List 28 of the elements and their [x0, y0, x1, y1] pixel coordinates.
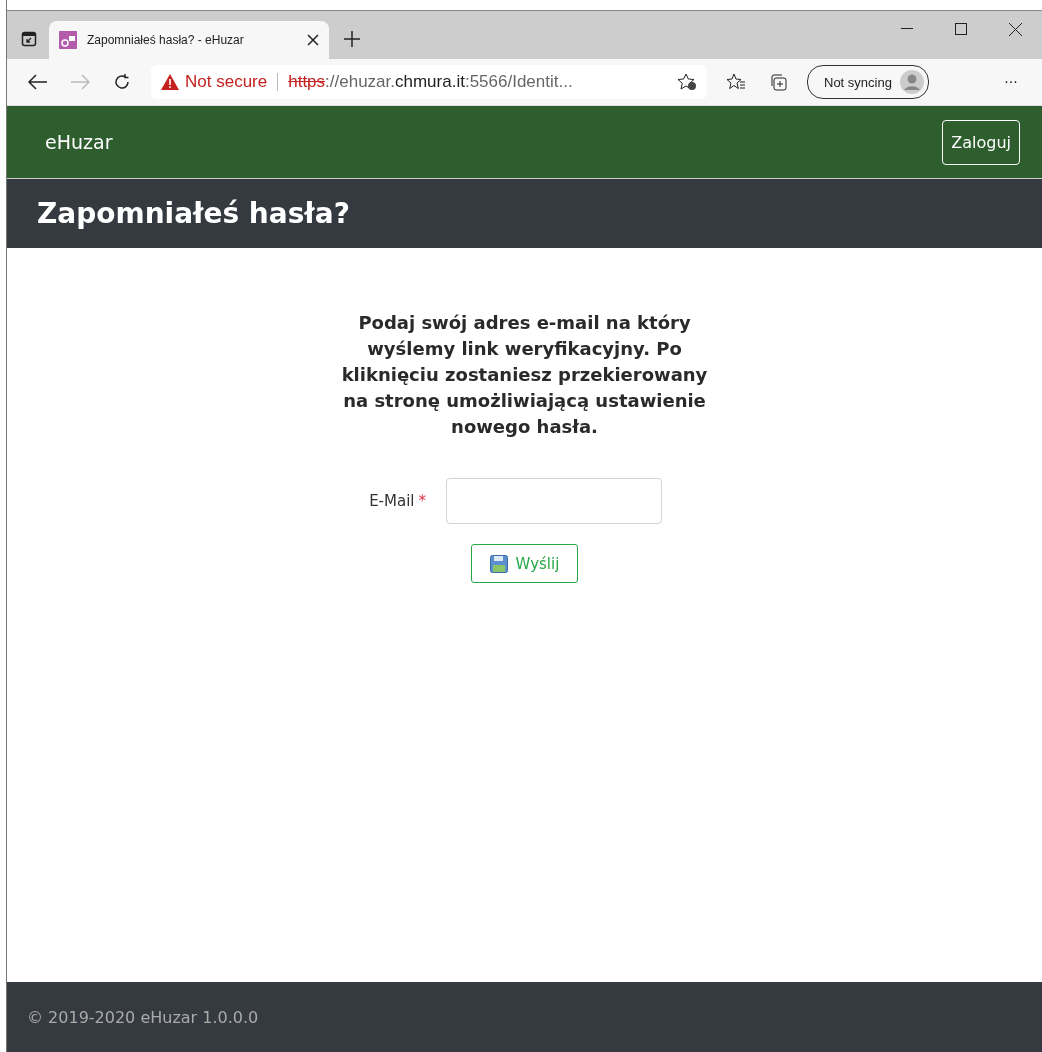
browser-tab[interactable]: Zapomniałeś hasła? - eHuzar: [49, 21, 329, 59]
login-button[interactable]: Zaloguj: [942, 119, 1020, 165]
intro-text: Podaj swój adres e-mail na który wyślemy link weryfikacyjny. Po kliknięciu zostaniesz przekierowany na stronę umożliwiającą ustawienie nowego hasła.: [340, 311, 709, 439]
tab-actions-icon[interactable]: [21, 31, 37, 47]
security-status[interactable]: Not secure: [185, 72, 268, 92]
footer-text: © 2019-2020 eHuzar 1.0.0.0: [7, 982, 1042, 1052]
back-icon[interactable]: [28, 74, 48, 90]
address-bar[interactable]: Not secure https://ehuzar.chmura.it:5566/Identit...: [151, 65, 707, 99]
sync-status-button[interactable]: Not syncing: [807, 65, 929, 99]
maximize-icon[interactable]: [955, 23, 967, 35]
more-menu-button[interactable]: ···: [1004, 74, 1018, 90]
email-label: E-Mail *: [368, 492, 426, 510]
warning-icon: [161, 74, 179, 90]
collections-icon[interactable]: [769, 73, 787, 91]
close-icon[interactable]: [1008, 22, 1022, 36]
tab-title: Zapomniałeś hasła? - eHuzar: [87, 33, 245, 47]
minimize-icon[interactable]: [901, 28, 913, 30]
new-tab-icon[interactable]: [343, 30, 361, 48]
refresh-icon[interactable]: [113, 73, 131, 91]
email-input[interactable]: [446, 478, 662, 524]
favorites-icon[interactable]: [726, 73, 746, 91]
add-favorite-icon[interactable]: [677, 73, 697, 91]
url-text: https://ehuzar.chmura.it:5566/Identit...: [288, 72, 574, 92]
brand-link[interactable]: eHuzar: [45, 131, 943, 153]
avatar-icon: [899, 70, 924, 94]
close-icon[interactable]: [307, 34, 319, 46]
site-favicon-icon: [59, 31, 77, 49]
page-title: Zapomniałeś hasła?: [7, 179, 1042, 248]
